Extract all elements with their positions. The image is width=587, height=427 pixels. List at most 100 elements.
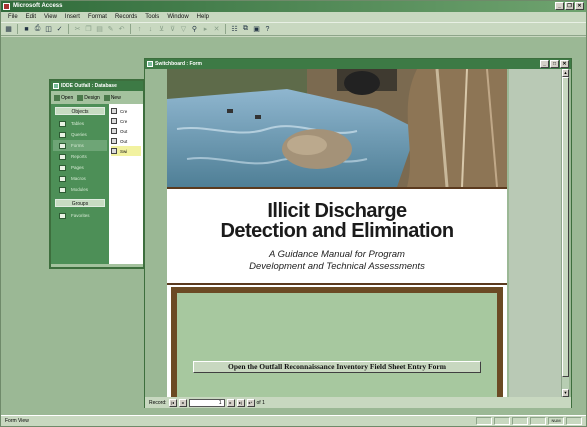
menu-bar: File Edit View Insert Format Records Too…	[1, 12, 586, 22]
restore-icon[interactable]: ❐	[565, 2, 574, 10]
open-label: Open	[61, 94, 74, 101]
menu-insert[interactable]: Insert	[61, 12, 84, 22]
app-title: Microsoft Access	[13, 3, 63, 9]
menu-view[interactable]: View	[40, 12, 61, 22]
last-record-icon[interactable]: ▸|	[236, 398, 245, 407]
list-item-label: Swi	[120, 148, 128, 154]
format-painter-icon[interactable]: ✎	[106, 25, 115, 34]
open-field-sheet-entry-form-button[interactable]: Open the Outfall Reconnaissance Inventor…	[193, 361, 481, 373]
sort-descending-icon[interactable]: ↓	[146, 25, 155, 34]
save-icon[interactable]: ■	[22, 25, 31, 34]
list-item[interactable]: Out	[111, 136, 141, 146]
paste-icon[interactable]: ▤	[95, 25, 104, 34]
main-title-line2: Detection and Elimination	[220, 220, 454, 242]
switchboard-page: Illicit Discharge Detection and Eliminat…	[167, 69, 507, 397]
spelling-icon[interactable]: ✓	[55, 25, 64, 34]
form-icon	[111, 138, 117, 144]
open-button[interactable]: Open	[54, 94, 74, 101]
object-tables[interactable]: Tables	[53, 118, 107, 129]
objects-header[interactable]: Objects	[55, 107, 105, 115]
cut-icon[interactable]: ✂	[73, 25, 82, 34]
database-icon	[53, 83, 59, 89]
database-window: IDDE Outfall : Database Open Design New …	[49, 79, 145, 269]
button-panel: Open the Outfall Reconnaissance Inventor…	[177, 293, 497, 397]
list-item[interactable]: Out	[111, 126, 141, 136]
close-icon[interactable]: ✕	[575, 2, 584, 10]
object-pages[interactable]: Pages	[53, 162, 107, 173]
vertical-scrollbar[interactable]: ▲ ▼	[561, 69, 569, 397]
new-record-icon[interactable]: ▸	[201, 25, 210, 34]
next-record-icon[interactable]: ▸	[226, 398, 235, 407]
object-macros[interactable]: Macros	[53, 173, 107, 184]
list-item-label: Out	[120, 128, 128, 134]
minimize-icon[interactable]: _	[555, 2, 564, 10]
form-icon	[111, 148, 117, 154]
filter-by-form-icon[interactable]: ⊽	[168, 25, 177, 34]
filter-by-selection-icon[interactable]: ⊻	[157, 25, 166, 34]
new-record-nav-icon[interactable]: ▸*	[246, 398, 255, 407]
list-item[interactable]: Cre	[111, 116, 141, 126]
scroll-up-icon[interactable]: ▲	[562, 69, 569, 77]
design-button[interactable]: Design	[77, 94, 100, 101]
object-forms[interactable]: Forms	[53, 140, 107, 151]
toolbar-separator	[130, 24, 131, 34]
menu-file[interactable]: File	[4, 12, 22, 22]
object-label: Tables	[71, 121, 85, 126]
new-object-icon[interactable]: ▣	[252, 25, 261, 34]
list-item[interactable]: Swi	[111, 146, 141, 156]
object-list: Cre Cre Out Out Swi	[109, 104, 143, 264]
new-button[interactable]: New	[103, 94, 121, 101]
status-cell	[494, 417, 510, 425]
current-record-field[interactable]: 1	[188, 398, 225, 407]
maximize-icon[interactable]: □	[550, 60, 559, 68]
object-modules[interactable]: Modules	[53, 184, 107, 195]
delete-record-icon[interactable]: ✕	[212, 25, 221, 34]
scroll-down-icon[interactable]: ▼	[562, 389, 569, 397]
object-label: Queries	[71, 132, 87, 137]
app-titlebar[interactable]: Microsoft Access _ ❐ ✕	[1, 1, 586, 12]
menu-tools[interactable]: Tools	[141, 12, 163, 22]
preview-icon[interactable]: ◫	[44, 25, 53, 34]
first-record-icon[interactable]: |◂	[168, 398, 177, 407]
groups-header[interactable]: Groups	[55, 199, 105, 207]
group-favorites[interactable]: Favorites	[53, 210, 107, 221]
minimize-icon[interactable]: _	[540, 60, 549, 68]
scrollbar-thumb[interactable]	[562, 77, 569, 377]
database-window-titlebar[interactable]: IDDE Outfall : Database	[51, 81, 143, 91]
object-label: Reports	[71, 154, 87, 159]
object-label: Modules	[71, 187, 89, 192]
copy-icon[interactable]: ❐	[84, 25, 93, 34]
database-window-icon[interactable]: ⧉	[241, 25, 250, 34]
switchboard-title: Switchboard : Form	[155, 61, 202, 67]
status-cell	[566, 417, 582, 425]
objects-bar: Objects Tables Queries Forms Reports Pag…	[51, 104, 109, 264]
menu-format[interactable]: Format	[84, 12, 111, 22]
page-icon	[59, 164, 66, 171]
list-item[interactable]: Cre	[111, 106, 141, 116]
apply-filter-icon[interactable]: ▽	[179, 25, 188, 34]
app-window-controls: _ ❐ ✕	[555, 2, 584, 10]
form-icon	[147, 61, 153, 67]
menu-window[interactable]: Window	[163, 12, 192, 22]
print-icon[interactable]: ⎙	[33, 25, 42, 34]
help-icon[interactable]: ?	[263, 25, 272, 34]
previous-record-icon[interactable]: ◂	[178, 398, 187, 407]
properties-icon[interactable]: ☷	[230, 25, 239, 34]
access-logo-icon	[3, 3, 10, 10]
sort-ascending-icon[interactable]: ↑	[135, 25, 144, 34]
menu-edit[interactable]: Edit	[22, 12, 40, 22]
object-queries[interactable]: Queries	[53, 129, 107, 140]
design-label: Design	[84, 94, 100, 101]
view-icon[interactable]: ▦	[4, 25, 13, 34]
object-label: Macros	[71, 176, 86, 181]
open-icon	[54, 94, 60, 101]
object-reports[interactable]: Reports	[53, 151, 107, 162]
record-label: Record:	[149, 399, 167, 406]
menu-help[interactable]: Help	[193, 12, 213, 22]
status-cell	[530, 417, 546, 425]
close-icon[interactable]: ✕	[560, 60, 569, 68]
switchboard-titlebar[interactable]: Switchboard : Form _ □ ✕	[145, 59, 571, 69]
find-icon[interactable]: ⚲	[190, 25, 199, 34]
undo-icon[interactable]: ↶	[117, 25, 126, 34]
menu-records[interactable]: Records	[111, 12, 141, 22]
